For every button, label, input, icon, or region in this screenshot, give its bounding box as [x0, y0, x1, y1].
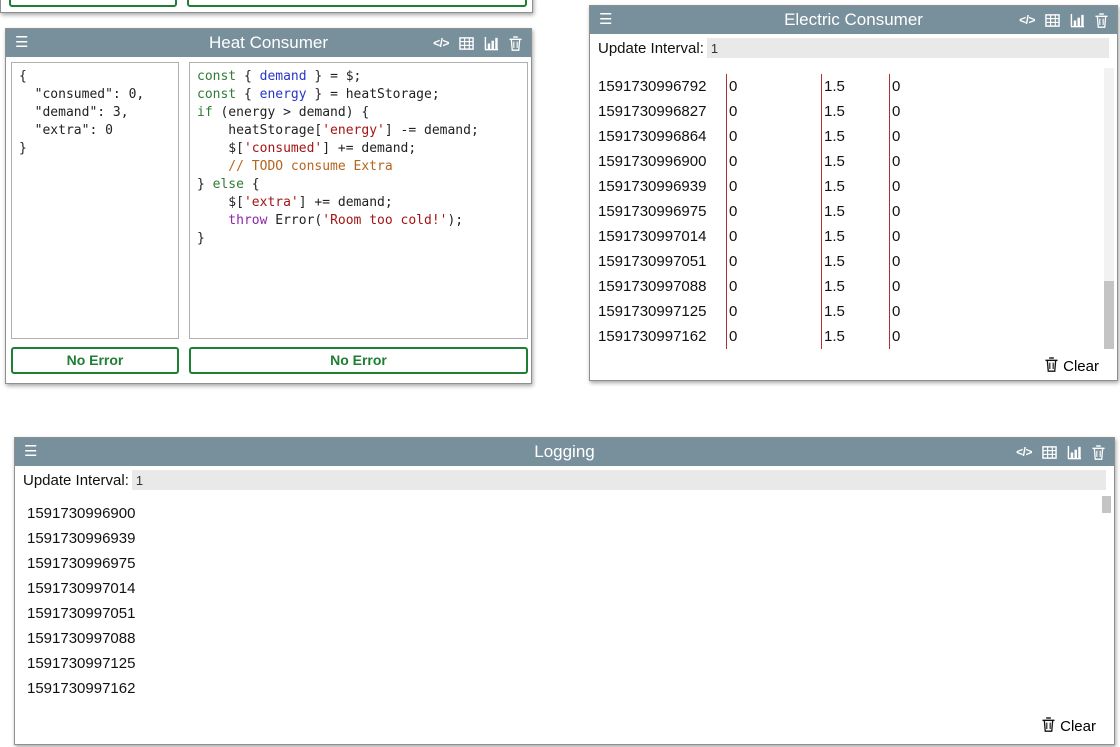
scrollbar-thumb[interactable] [1102, 496, 1111, 513]
code-icon[interactable]: </> [433, 36, 449, 50]
table-icon[interactable] [1045, 13, 1060, 28]
log-row: 1591730996900 [27, 501, 1087, 526]
chart-icon[interactable] [1067, 445, 1082, 460]
table-row: 159173099690001.50 [598, 149, 1093, 174]
trash-icon[interactable] [1092, 445, 1105, 460]
log-row: 1591730997088 [27, 626, 1087, 651]
update-interval-label: Update Interval: [598, 40, 704, 57]
update-interval-input[interactable] [707, 38, 1109, 58]
header-icon-group: </> [1019, 13, 1117, 28]
scrollbar[interactable] [1104, 68, 1114, 349]
dashboard: No Error No Error ☰ Heat Consumer </> { … [0, 0, 1120, 747]
table-row: 159173099682701.50 [598, 99, 1093, 124]
heat-consumer-panel: ☰ Heat Consumer </> { "consumed": 0, "de… [5, 28, 532, 384]
code-editor[interactable]: const { demand } = $;const { energy } = … [189, 62, 528, 339]
code-icon[interactable]: </> [1016, 445, 1032, 459]
chart-icon[interactable] [1070, 13, 1085, 28]
clear-label: Clear [1063, 358, 1099, 375]
panel-title: Heat Consumer [209, 29, 328, 57]
heat-panel-header: ☰ Heat Consumer </> [6, 29, 531, 57]
logging-panel: ☰ Logging </> Update Interval: 159173099… [14, 437, 1115, 745]
error-status-button[interactable]: No Error [11, 347, 179, 374]
trash-icon[interactable] [1095, 13, 1108, 28]
log-row: 1591730997051 [27, 601, 1087, 626]
table-row: 159173099708801.50 [598, 274, 1093, 299]
error-status-button[interactable]: No Error [187, 0, 527, 7]
update-interval-input[interactable] [132, 470, 1106, 490]
value-table: 159173099679201.50159173099682701.501591… [598, 74, 1093, 349]
log-row: 1591730997125 [27, 651, 1087, 676]
header-icon-group: </> [433, 36, 531, 51]
electric-panel-header: ☰ Electric Consumer </> [590, 6, 1117, 34]
table-row: 159173099716201.50 [598, 324, 1093, 349]
log-row: 1591730996975 [27, 551, 1087, 576]
error-status-button[interactable]: No Error [9, 0, 177, 7]
clear-button[interactable]: Clear [1045, 357, 1099, 376]
table-icon[interactable] [1042, 445, 1057, 460]
header-icon-group: </> [1016, 445, 1114, 460]
log-row: 1591730997162 [27, 676, 1087, 701]
table-row: 159173099693901.50 [598, 174, 1093, 199]
state-json-editor[interactable]: { "consumed": 0, "demand": 3, "extra": 0… [11, 62, 179, 339]
trash-icon[interactable] [509, 36, 522, 51]
chart-icon[interactable] [484, 36, 499, 51]
clear-button[interactable]: Clear [1042, 717, 1096, 736]
log-list: 1591730996900159173099693915917309969751… [27, 501, 1087, 701]
electric-consumer-panel: ☰ Electric Consumer </> Update Interval:… [589, 5, 1118, 381]
table-row: 159173099679201.50 [598, 74, 1093, 99]
table-icon[interactable] [459, 36, 474, 51]
scrollbar-thumb[interactable] [1104, 281, 1114, 349]
trash-icon [1042, 717, 1055, 736]
logging-panel-header: ☰ Logging </> [15, 438, 1114, 466]
code-icon[interactable]: </> [1019, 13, 1035, 27]
scrollbar[interactable] [1102, 496, 1111, 706]
log-row: 1591730996939 [27, 526, 1087, 551]
menu-icon[interactable]: ☰ [15, 438, 46, 466]
table-row: 159173099705101.50 [598, 249, 1093, 274]
panel-title: Electric Consumer [784, 6, 923, 34]
panel-title: Logging [534, 438, 595, 466]
log-row: 1591730997014 [27, 576, 1087, 601]
trash-icon [1045, 357, 1058, 376]
table-row: 159173099701401.50 [598, 224, 1093, 249]
menu-icon[interactable]: ☰ [6, 29, 37, 57]
error-status-button[interactable]: No Error [189, 347, 528, 374]
table-row: 159173099712501.50 [598, 299, 1093, 324]
table-row: 159173099686401.50 [598, 124, 1093, 149]
partial-panel: No Error No Error [0, 0, 533, 13]
update-interval-label: Update Interval: [23, 472, 129, 489]
menu-icon[interactable]: ☰ [590, 6, 621, 34]
table-row: 159173099697501.50 [598, 199, 1093, 224]
clear-label: Clear [1060, 718, 1096, 735]
